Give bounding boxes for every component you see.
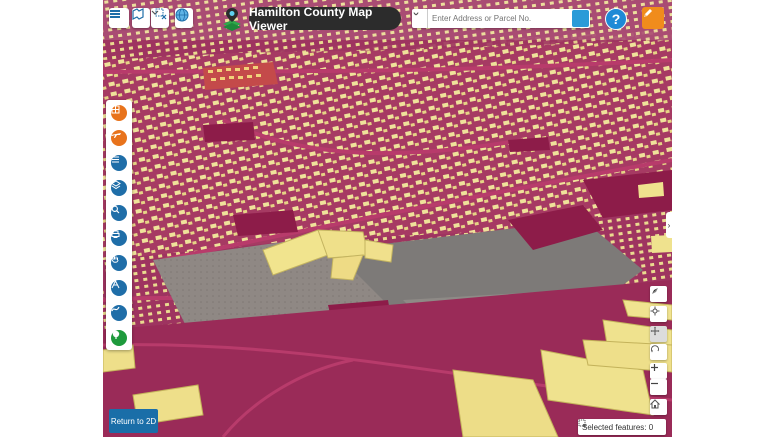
- selected-features-label: Selected features: 0: [582, 422, 654, 432]
- search-button[interactable]: [412, 9, 589, 27]
- tool-print-icon: [111, 230, 120, 238]
- top-bar: Hamilton County Map Viewer ?: [103, 5, 672, 33]
- side-panel-toggle[interactable]: ›: [666, 212, 672, 238]
- layer-list-button[interactable]: [109, 8, 129, 28]
- selected-features-panel[interactable]: Selected features: 0: [578, 419, 666, 435]
- globe-button[interactable]: [175, 8, 193, 28]
- help-button[interactable]: ?: [605, 8, 627, 30]
- home-button[interactable]: [650, 399, 667, 415]
- compass-icon: [652, 288, 658, 294]
- layer-list-icon: [110, 10, 120, 18]
- compass-button[interactable]: [650, 286, 667, 302]
- tool-search-icon: [111, 205, 120, 214]
- selection-icon: [578, 419, 587, 429]
- left-toolbar: [106, 100, 132, 350]
- home-icon: [650, 399, 660, 409]
- tool-list-icon: [112, 156, 119, 163]
- zoom-out-button[interactable]: [650, 379, 667, 395]
- tool-measure-icon: [111, 280, 120, 289]
- basemap-icon: [132, 8, 144, 20]
- orbit-icon: [651, 345, 659, 353]
- pencil-icon: [644, 9, 652, 17]
- location-logo-icon: [223, 8, 241, 31]
- return-to-2d-button[interactable]: Return to 2D: [109, 409, 158, 433]
- rotate-icon: [650, 326, 660, 336]
- search-icon: [412, 9, 422, 19]
- pan-button[interactable]: [650, 306, 667, 322]
- tool-tree-button[interactable]: [111, 330, 127, 346]
- tool-draw-button[interactable]: [111, 305, 127, 321]
- tool-aerial-button[interactable]: [111, 130, 127, 146]
- edit-button[interactable]: [642, 7, 664, 29]
- basemap-button[interactable]: [132, 8, 150, 28]
- tool-layers-icon: [111, 180, 121, 190]
- map-3d-view[interactable]: Hamilton County Map Viewer ?: [103, 0, 672, 437]
- pan-icon: [650, 306, 660, 316]
- zoom-out-icon: [651, 382, 658, 385]
- tool-search-button[interactable]: [111, 205, 127, 221]
- tool-aerial-icon: [111, 133, 121, 138]
- address-search: [412, 9, 590, 28]
- tool-list-button[interactable]: [111, 155, 127, 171]
- tool-hand-button[interactable]: [111, 255, 127, 271]
- map-scene: [103, 0, 672, 437]
- zoom-in-icon: [651, 364, 658, 371]
- zoom-in-button[interactable]: [650, 363, 667, 379]
- tool-layers-button[interactable]: [111, 180, 127, 196]
- tool-parcel-button[interactable]: [111, 105, 127, 121]
- app-title: Hamilton County Map Viewer: [249, 5, 401, 33]
- tool-parcel-icon: [111, 105, 120, 114]
- clear-selection-button[interactable]: [155, 8, 171, 28]
- clear-selection-icon: [155, 8, 167, 20]
- tool-draw-icon: [111, 306, 120, 312]
- search-input[interactable]: [428, 10, 572, 27]
- rotate-button[interactable]: [650, 326, 667, 342]
- globe-icon: [175, 8, 189, 22]
- location-logo: [221, 6, 243, 32]
- tool-hand-icon: [112, 256, 119, 263]
- orbit-button[interactable]: [650, 344, 667, 360]
- tool-print-button[interactable]: [111, 230, 127, 246]
- tool-measure-button[interactable]: [111, 280, 127, 296]
- tool-tree-icon: [112, 330, 120, 339]
